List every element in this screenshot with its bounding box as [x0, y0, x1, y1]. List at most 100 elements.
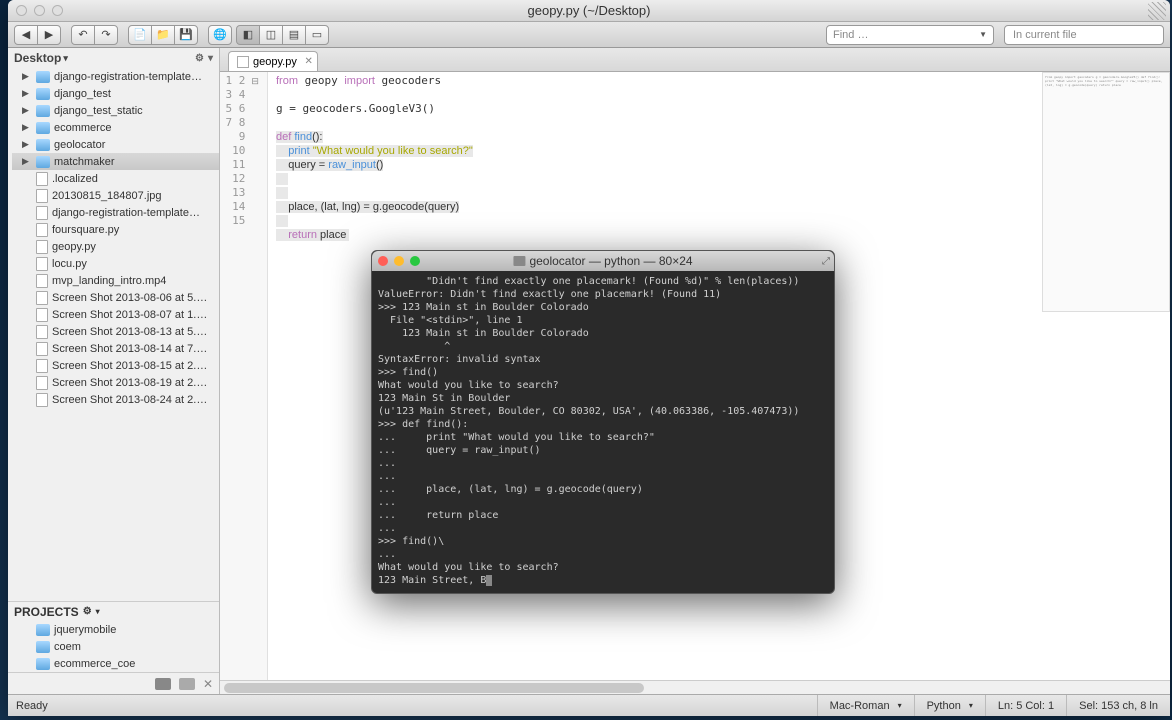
tree-folder[interactable]: ▶geolocator: [12, 136, 219, 153]
tree-file[interactable]: foursquare.py: [12, 221, 219, 238]
folder-icon: [36, 139, 50, 151]
tree-file[interactable]: Screen Shot 2013-08-07 at 1.…: [12, 306, 219, 323]
file-tree: ▶django-registration-template… ▶django_t…: [8, 68, 219, 601]
tree-label: 20130815_184807.jpg: [52, 190, 162, 202]
find-scope-label: In current file: [1013, 29, 1077, 41]
chevron-down-icon[interactable]: ▾: [63, 53, 68, 64]
file-icon: [36, 206, 48, 220]
forward-button[interactable]: ▶: [37, 25, 61, 45]
file-icon: [36, 172, 48, 186]
scrollbar-thumb[interactable]: [224, 683, 644, 693]
tree-folder[interactable]: ▶matchmaker: [12, 153, 219, 170]
gear-icon[interactable]: ⚙: [83, 606, 92, 617]
window-close-icon[interactable]: [16, 5, 27, 16]
tree-label: Screen Shot 2013-08-13 at 5.…: [52, 326, 207, 338]
tree-label: django-registration-template…: [54, 71, 202, 83]
tree-file[interactable]: Screen Shot 2013-08-06 at 5.…: [12, 289, 219, 306]
project-item[interactable]: coem: [12, 638, 219, 655]
sidebar-footer: ✕: [8, 672, 219, 694]
tree-label: ecommerce: [54, 122, 111, 134]
tree-file[interactable]: geopy.py: [12, 238, 219, 255]
tree-file[interactable]: 20130815_184807.jpg: [12, 187, 219, 204]
dropdown-icon[interactable]: ▾: [208, 53, 213, 64]
projects-label: PROJECTS: [14, 605, 79, 619]
tree-file[interactable]: locu.py: [12, 255, 219, 272]
window-resize-grip-icon[interactable]: [1148, 2, 1166, 20]
sidebar-root-label: Desktop: [14, 51, 61, 65]
open-file-button[interactable]: 📁: [151, 25, 175, 45]
sidebar: Desktop ▾ ⚙ ▾ ▶django-registration-templ…: [8, 48, 220, 694]
tree-label: django_test: [54, 88, 111, 100]
layout-full-button[interactable]: ▭: [305, 25, 329, 45]
gear-icon[interactable]: ⚙: [195, 53, 204, 64]
layout-panel-button[interactable]: ▤: [282, 25, 306, 45]
tree-file[interactable]: django-registration-template…: [12, 204, 219, 221]
sidebar-header: Desktop ▾ ⚙ ▾: [8, 48, 219, 68]
tree-folder[interactable]: ▶ecommerce: [12, 119, 219, 136]
tree-folder[interactable]: ▶django_test: [12, 85, 219, 102]
tab-geopy[interactable]: geopy.py ✕: [228, 51, 318, 71]
project-label: jquerymobile: [54, 624, 116, 636]
find-scope-select[interactable]: In current file: [1004, 25, 1164, 45]
terminal-close-icon[interactable]: [378, 256, 388, 266]
back-button[interactable]: ◀: [14, 25, 38, 45]
tree-label: mvp_landing_intro.mp4: [52, 275, 166, 287]
horizontal-scrollbar[interactable]: [220, 680, 1170, 694]
language-select[interactable]: Python: [914, 695, 985, 716]
tree-label: matchmaker: [54, 156, 115, 168]
save-button[interactable]: 💾: [174, 25, 198, 45]
tree-file[interactable]: .localized: [12, 170, 219, 187]
tree-folder[interactable]: ▶django-registration-template…: [12, 68, 219, 85]
undo-button[interactable]: ↶: [71, 25, 95, 45]
terminal-content[interactable]: "Didn't find exactly one placemark! (Fou…: [372, 271, 834, 591]
traffic-lights: [16, 5, 63, 16]
tree-file[interactable]: Screen Shot 2013-08-24 at 2.…: [12, 391, 219, 408]
project-item[interactable]: ecommerce_coe: [12, 655, 219, 672]
dropdown-icon[interactable]: ▾: [96, 607, 100, 616]
layout-sidebar-button[interactable]: ◧: [236, 25, 260, 45]
tree-file[interactable]: mvp_landing_intro.mp4: [12, 272, 219, 289]
minimap[interactable]: from geopy import geocoders g = geocoder…: [1042, 72, 1170, 312]
file-icon: [36, 376, 48, 390]
project-item[interactable]: jquerymobile: [12, 621, 219, 638]
tree-file[interactable]: Screen Shot 2013-08-13 at 5.…: [12, 323, 219, 340]
window-title: geopy.py (~/Desktop): [528, 3, 651, 18]
find-input[interactable]: Find …: [826, 25, 994, 45]
redo-button[interactable]: ↷: [94, 25, 118, 45]
tree-label: geopy.py: [52, 241, 96, 253]
terminal-traffic-lights: [378, 256, 420, 266]
file-icon: [36, 393, 48, 407]
terminal-maximize-icon[interactable]: [410, 256, 420, 266]
folder-icon: [36, 641, 50, 653]
folder-icon: [36, 658, 50, 670]
tree-file[interactable]: Screen Shot 2013-08-15 at 2.…: [12, 357, 219, 374]
tree-file[interactable]: Screen Shot 2013-08-19 at 2.…: [12, 374, 219, 391]
file-icon: [36, 325, 48, 339]
tree-label: .localized: [52, 173, 98, 185]
layout-split-button[interactable]: ◫: [259, 25, 283, 45]
encoding-select[interactable]: Mac-Roman: [817, 695, 914, 716]
window-maximize-icon[interactable]: [52, 5, 63, 16]
new-file-button[interactable]: 📄: [128, 25, 152, 45]
terminal-expand-icon[interactable]: ⤢: [822, 256, 830, 267]
terminal-titlebar[interactable]: geolocator — python — 80×24 ⤢: [372, 251, 834, 271]
gutter: 1 2 3 4 5 6 7 8 9 10 11 12 13 14 15 ⊟: [220, 72, 268, 680]
close-sidebar-icon[interactable]: ✕: [203, 677, 213, 691]
tree-label: foursquare.py: [52, 224, 119, 236]
book-icon[interactable]: [179, 678, 195, 690]
file-icon: [36, 291, 48, 305]
terminal-title: geolocator — python — 80×24: [513, 254, 692, 268]
file-icon: [36, 257, 48, 271]
cursor-position: Ln: 5 Col: 1: [985, 695, 1066, 716]
tree-file[interactable]: Screen Shot 2013-08-14 at 7.…: [12, 340, 219, 357]
file-icon: [36, 359, 48, 373]
tabs: geopy.py ✕: [220, 48, 1170, 72]
window-minimize-icon[interactable]: [34, 5, 45, 16]
terminal-minimize-icon[interactable]: [394, 256, 404, 266]
tree-label: locu.py: [52, 258, 87, 270]
tree-label: Screen Shot 2013-08-24 at 2.…: [52, 394, 207, 406]
tab-close-icon[interactable]: ✕: [304, 56, 312, 67]
browser-preview-button[interactable]: 🌐: [208, 25, 232, 45]
tree-folder[interactable]: ▶django_test_static: [12, 102, 219, 119]
folder-icon[interactable]: [155, 678, 171, 690]
